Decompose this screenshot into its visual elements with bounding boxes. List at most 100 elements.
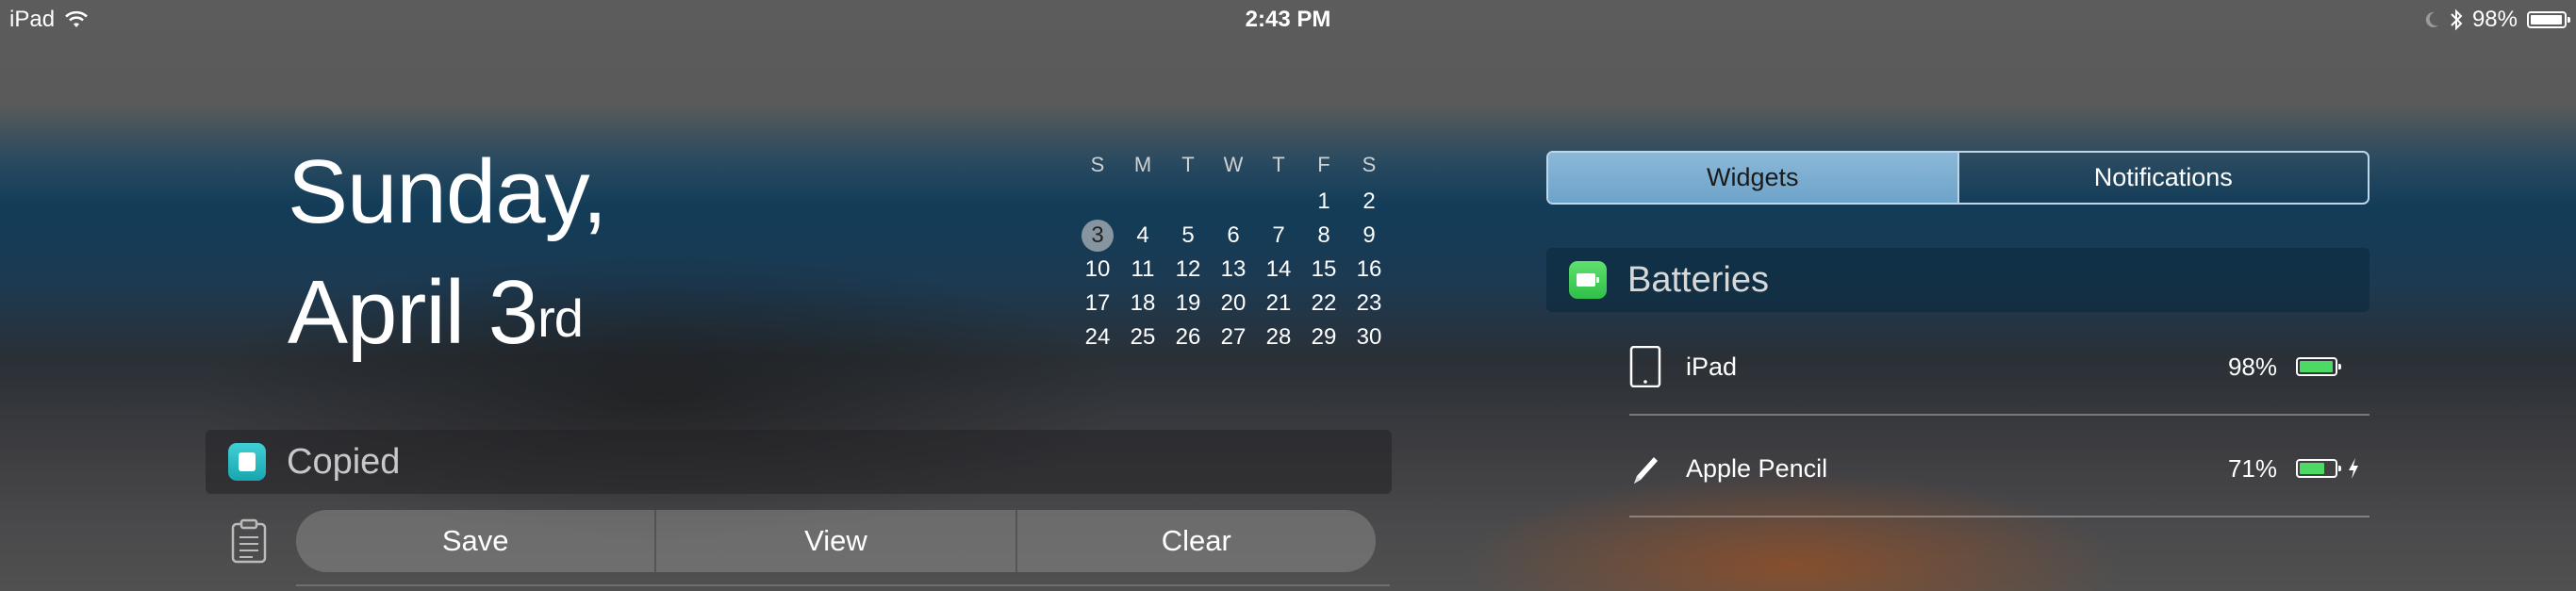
calendar-day: 5	[1165, 219, 1211, 253]
calendar-day: 22	[1301, 287, 1346, 320]
calendar-day: 1	[1301, 185, 1346, 219]
calendar-day: 24	[1075, 320, 1120, 354]
calendar-day-number: 25	[1130, 324, 1156, 350]
calendar-empty-cell	[1211, 185, 1256, 219]
date-ordinal-suffix: rd	[537, 288, 584, 348]
clear-button[interactable]: Clear	[1017, 510, 1376, 572]
divider	[296, 584, 1390, 586]
calendar-weekday-header: T	[1272, 153, 1285, 176]
calendar-day-number: 14	[1265, 256, 1292, 282]
calendar-day-number: 2	[1362, 189, 1376, 214]
calendar-day-number: 27	[1220, 324, 1247, 350]
calendar-empty-cell	[1256, 185, 1301, 219]
battery-fill	[2300, 463, 2324, 474]
pencil-icon	[1634, 457, 1658, 484]
calendar-grid: S M T W T F S 1 2 3 4 5 6 7 8 9 10 11 12 13 14 15 16 17 18 19 20 21…	[1075, 151, 1392, 354]
calendar-day-number: 17	[1084, 290, 1111, 316]
calendar-empty-cell	[1120, 185, 1165, 219]
calendar-day: 23	[1346, 287, 1392, 320]
batteries-app-icon	[1569, 261, 1607, 299]
calendar-day: 28	[1256, 320, 1301, 354]
calendar-day-number: 30	[1356, 324, 1382, 350]
calendar-day-number: 21	[1265, 290, 1292, 316]
calendar-day-number: 6	[1227, 222, 1240, 248]
calendar-day: 25	[1120, 320, 1165, 354]
calendar-day-number: 4	[1136, 222, 1149, 248]
calendar-weekday-header: W	[1223, 153, 1244, 176]
calendar-day: 9	[1346, 219, 1392, 253]
calendar-day-number: 29	[1311, 324, 1337, 350]
copied-widget-header[interactable]: Copied	[206, 430, 1392, 494]
batteries-widget-header[interactable]: Batteries	[1546, 248, 2370, 312]
moon-icon	[2425, 11, 2438, 27]
device-percent-apple-pencil: 71%	[2227, 454, 2277, 483]
calendar-day: 8	[1301, 219, 1346, 253]
calendar-day: 16	[1346, 253, 1392, 287]
status-time: 2:43 PM	[1245, 7, 1331, 32]
calendar-day-number: 24	[1084, 324, 1111, 350]
calendar-day-number: 1	[1317, 189, 1330, 214]
device-name-ipad: iPad	[1686, 353, 1738, 381]
device-percent-ipad: 98%	[2227, 353, 2277, 381]
calendar-day: 13	[1211, 253, 1256, 287]
calendar-day: 29	[1301, 320, 1346, 354]
calendar-day-number: 11	[1131, 256, 1155, 282]
view-switcher: Widgets Notifications	[1546, 151, 2370, 205]
month-calendar: S M T W T F S 1 2 3 4 5 6 7 8 9 10 11 12 13 14 15 16 17 18 19 20 21…	[1075, 151, 1392, 354]
date-month-day-text: April 3	[288, 262, 538, 363]
calendar-day-number: 8	[1317, 222, 1330, 248]
calendar-day-number: 20	[1220, 290, 1247, 316]
battery-percent: 98%	[2471, 7, 2518, 32]
calendar-day: 18	[1120, 287, 1165, 320]
calendar-day-number: 23	[1356, 290, 1382, 316]
view-button[interactable]: View	[656, 510, 1017, 572]
calendar-day-number: 16	[1356, 256, 1382, 282]
copied-widget-title: Copied	[287, 441, 401, 482]
calendar-day-number: 7	[1272, 222, 1285, 248]
status-bar: iPad 2:43 PM 98%	[0, 0, 2576, 40]
calendar-day-number: 13	[1220, 256, 1247, 282]
battery-row-apple-pencil: Apple Pencil 71%	[1629, 421, 2370, 517]
calendar-weekday-header: S	[1090, 153, 1105, 176]
calendar-day-number: 22	[1311, 290, 1337, 316]
calendar-day: 10	[1075, 253, 1120, 287]
calendar-weekday-header: T	[1181, 153, 1195, 176]
calendar-weekday-header: S	[1362, 153, 1377, 176]
bluetooth-icon	[2451, 8, 2463, 31]
calendar-day: 6	[1211, 219, 1256, 253]
calendar-day: 26	[1165, 320, 1211, 354]
calendar-day-number: 3	[1082, 220, 1114, 252]
calendar-weekday-header: M	[1133, 153, 1152, 176]
battery-icon	[2527, 11, 2570, 28]
batteries-widget-title: Batteries	[1627, 259, 1769, 300]
battery-level-apple-pencil	[2296, 459, 2341, 478]
charging-bolt-icon	[2349, 458, 2358, 479]
tab-notifications[interactable]: Notifications	[1957, 153, 2369, 203]
calendar-day-number: 5	[1181, 222, 1195, 248]
tab-widgets[interactable]: Widgets	[1548, 153, 1957, 203]
today-date: Sunday, April 3rd	[288, 132, 607, 373]
calendar-day: 30	[1346, 320, 1392, 354]
calendar-day-number: 19	[1175, 290, 1201, 316]
battery-fill	[2531, 15, 2563, 25]
calendar-day: 2	[1346, 185, 1392, 219]
calendar-day: 12	[1165, 253, 1211, 287]
calendar-weekday-header: F	[1317, 153, 1330, 176]
calendar-day: 27	[1211, 320, 1256, 354]
calendar-day: 14	[1256, 253, 1301, 287]
calendar-day-number: 18	[1130, 290, 1156, 316]
calendar-day: 3	[1075, 219, 1120, 253]
device-name-apple-pencil: Apple Pencil	[1686, 454, 1828, 483]
calendar-day: 21	[1256, 287, 1301, 320]
calendar-day: 7	[1256, 219, 1301, 253]
date-month-day: April 3rd	[288, 253, 606, 373]
calendar-day-number: 10	[1084, 256, 1111, 282]
calendar-day: 11	[1120, 253, 1165, 287]
calendar-empty-cell	[1075, 185, 1120, 219]
copied-actions: Save View Clear	[296, 510, 1376, 572]
battery-fill	[2300, 361, 2334, 372]
calendar-day-number: 26	[1175, 324, 1201, 350]
calendar-day: 20	[1211, 287, 1256, 320]
save-button[interactable]: Save	[296, 510, 657, 572]
calendar-day-number: 15	[1311, 256, 1337, 282]
